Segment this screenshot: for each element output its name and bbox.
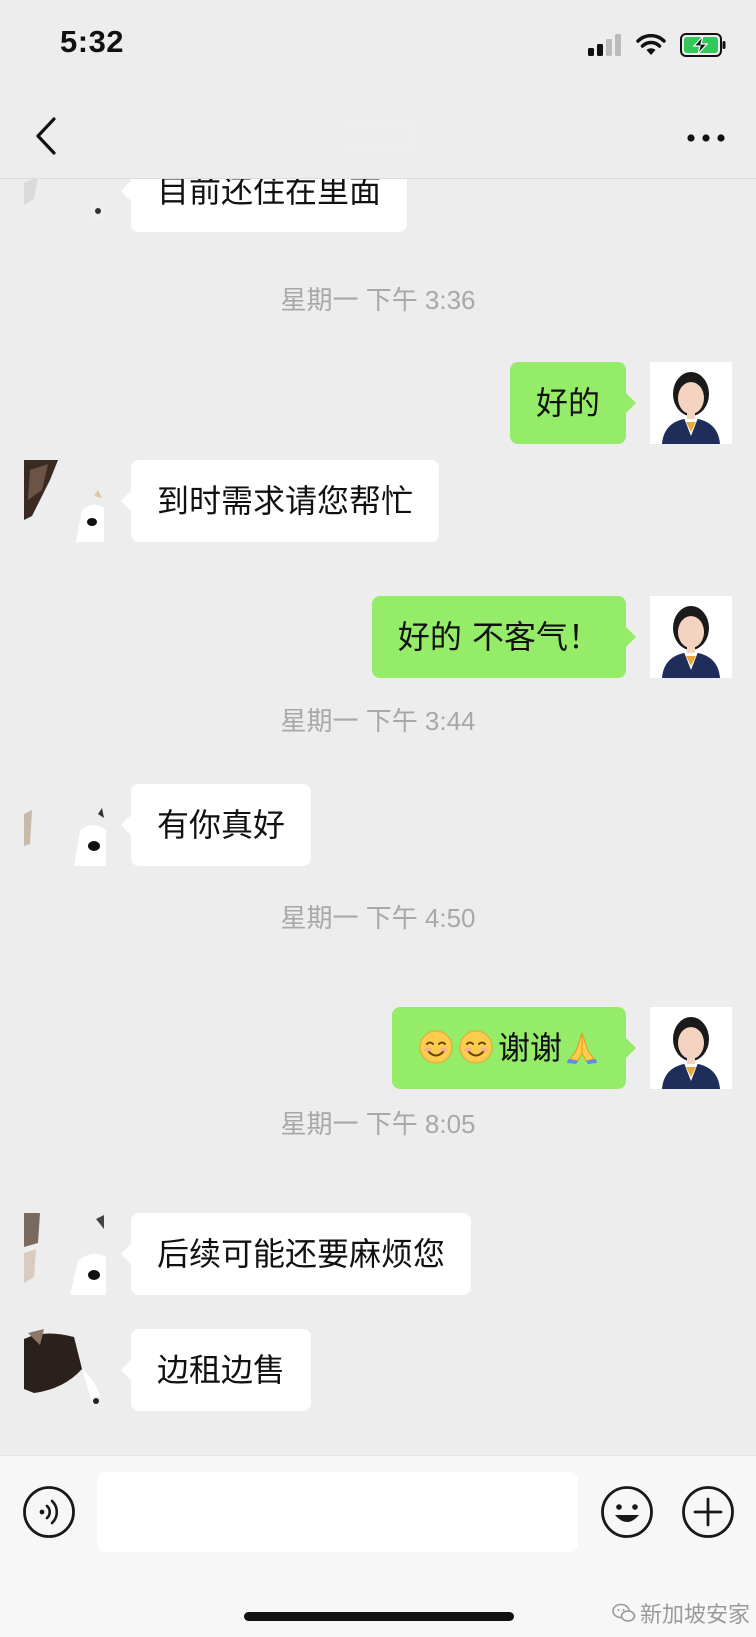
user-avatar[interactable]	[650, 362, 732, 444]
voice-icon	[23, 1486, 75, 1538]
chat-messages[interactable]: 目前还住在里面 星期一 下午 3:36 好的 到时需求请您帮忙 好的 不客气！	[0, 179, 756, 1455]
status-icons	[588, 33, 726, 57]
emoji-button[interactable]	[600, 1485, 654, 1539]
redacted-title	[338, 118, 418, 152]
message-timestamp: 星期一 下午 3:44	[280, 706, 476, 736]
smiling-face-icon	[419, 1030, 453, 1064]
message-timestamp: 星期一 下午 3:36	[280, 285, 476, 315]
wechat-logo-icon	[612, 1603, 636, 1622]
message-text: 谢谢	[497, 1029, 562, 1067]
contact-avatar[interactable]	[24, 1329, 106, 1411]
message-bubble-incoming[interactable]: 边租边售	[120, 1329, 312, 1411]
message-timestamp: 星期一 下午 8:05	[280, 1109, 476, 1139]
message-bubble-outgoing[interactable]: 好的 不客气！	[371, 596, 637, 678]
contact-avatar[interactable]	[24, 784, 106, 866]
message-bubble-incoming[interactable]: 后续可能还要麻烦您	[120, 1213, 472, 1295]
status-bar: 5:32	[0, 0, 756, 96]
back-button[interactable]	[26, 110, 66, 162]
smiling-face-icon	[459, 1030, 493, 1064]
message-bubble-incoming[interactable]: 目前还住在里面	[120, 179, 408, 232]
emoji-smiley-icon	[601, 1486, 653, 1538]
message-bubble-incoming[interactable]: 到时需求请您帮忙	[120, 460, 440, 542]
home-indicator[interactable]	[244, 1612, 514, 1621]
add-button[interactable]	[681, 1485, 735, 1539]
add-plus-icon	[682, 1486, 734, 1538]
battery-charging-icon	[680, 33, 726, 57]
more-dots-icon	[687, 134, 725, 142]
watermark: 新加坡安家	[612, 1597, 750, 1629]
contact-avatar[interactable]	[24, 460, 106, 542]
message-timestamp: 星期一 下午 4:50	[280, 903, 476, 933]
message-bubble-incoming[interactable]: 有你真好	[120, 784, 312, 866]
watermark-text: 新加坡安家	[640, 1603, 751, 1628]
more-button[interactable]	[684, 118, 728, 158]
message-bubble-outgoing[interactable]: 谢谢	[391, 1007, 637, 1089]
folded-hands-icon	[567, 1032, 597, 1064]
back-chevron-icon	[36, 117, 56, 155]
status-time: 5:32	[60, 24, 125, 59]
message-input[interactable]	[97, 1472, 578, 1552]
message-bubble-outgoing[interactable]: 好的	[509, 362, 637, 444]
voice-input-button[interactable]	[22, 1485, 76, 1539]
cellular-signal-icon	[588, 34, 621, 56]
user-avatar[interactable]	[650, 596, 732, 678]
contact-avatar[interactable]	[24, 179, 106, 221]
wifi-icon	[636, 34, 666, 55]
user-avatar[interactable]	[650, 1007, 732, 1089]
contact-avatar[interactable]	[24, 1213, 106, 1295]
